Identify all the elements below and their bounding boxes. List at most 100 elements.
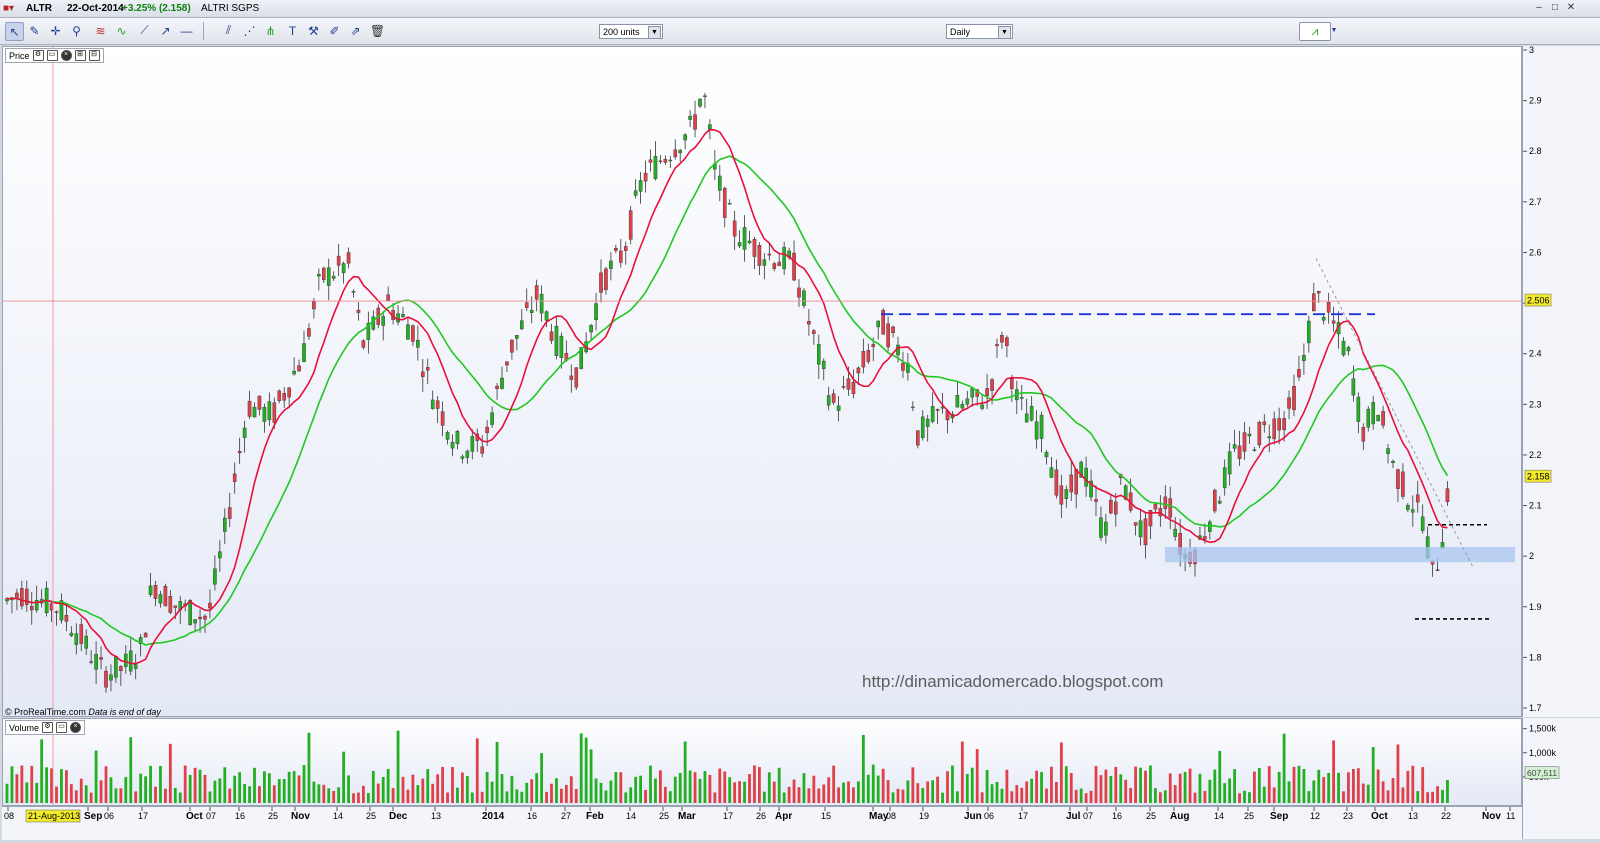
wrench-icon[interactable]: ⚙	[32, 50, 44, 61]
close-icon[interactable]: ×	[70, 722, 82, 733]
pitchfork-icon[interactable]: ⋔	[262, 22, 279, 39]
volume-bar	[837, 787, 840, 803]
volume-bar	[654, 778, 657, 803]
volume-bar	[159, 765, 162, 803]
volume-bar	[1416, 791, 1420, 803]
wave-icon[interactable]: ∿	[113, 22, 130, 39]
fibonacci-icon[interactable]: ≋	[92, 22, 109, 39]
candles-group	[5, 92, 1450, 693]
zoom-icon[interactable]: ⚲	[68, 22, 85, 39]
candle-body	[1163, 496, 1168, 509]
last-volume-tag: 607,511	[1527, 768, 1557, 778]
horizontal-line-icon[interactable]: —	[178, 22, 195, 39]
volume-bar	[1228, 778, 1232, 803]
ray-icon[interactable]: ↗	[157, 22, 174, 39]
collapse-icon[interactable]: ⊟	[88, 50, 100, 61]
volume-bar	[683, 741, 687, 803]
candle-body	[1064, 489, 1069, 499]
candle-body	[767, 253, 772, 256]
volume-bar	[1114, 766, 1118, 803]
close-icon[interactable]: ✕	[1564, 2, 1578, 15]
volume-bar	[579, 733, 583, 803]
volume-bar	[916, 783, 920, 803]
volume-bar	[881, 768, 885, 803]
candle-body	[965, 398, 970, 405]
candle-body	[69, 632, 74, 636]
chevron-down-icon[interactable]: ▼	[998, 26, 1011, 39]
window-icon[interactable]: ▭	[56, 722, 68, 733]
volume-bar	[753, 765, 756, 803]
arrow-tool-icon[interactable]: ⇗	[347, 22, 364, 39]
volume-bar	[208, 791, 212, 803]
price-chart[interactable]	[3, 47, 1521, 716]
candle-body	[1321, 316, 1326, 321]
units-select[interactable]: 200 units ▼	[599, 24, 663, 39]
chevron-down-icon[interactable]: ▼	[648, 26, 661, 39]
volume-axis[interactable]: 1,500k1,000k500k607,511	[1522, 718, 1600, 806]
volume-bar	[376, 783, 380, 803]
chevron-down-icon[interactable]: ▼	[1330, 22, 1338, 39]
window-icon[interactable]: ▭	[46, 50, 58, 61]
price-panel[interactable]: Price ⚙ ▭ × ⊞ ⊟	[2, 46, 1522, 717]
volume-bar	[104, 766, 108, 803]
volume-bar	[525, 782, 529, 803]
chart-style-icon[interactable]: ⩘	[1299, 22, 1331, 41]
volume-bar	[426, 769, 430, 803]
price-tick-label: 2.7	[1529, 197, 1542, 207]
candle-body	[1049, 467, 1054, 478]
fan-icon[interactable]: ⋰	[241, 22, 258, 39]
close-icon[interactable]: ×	[60, 50, 72, 61]
volume-bar	[267, 773, 271, 803]
volume-bar	[594, 778, 598, 803]
crosshair-icon[interactable]: ✛	[47, 22, 64, 39]
tools-icon[interactable]: ⚒	[305, 22, 322, 39]
wrench-icon[interactable]: ⚙	[42, 722, 54, 733]
trash-icon[interactable]: 🗑	[369, 22, 386, 39]
trendline-icon[interactable]: ⟋	[136, 22, 153, 39]
app-icon[interactable]: ■▾	[3, 3, 14, 14]
data-note-text: Data is end of day	[88, 707, 161, 717]
volume-bar	[441, 766, 444, 803]
candle-body	[277, 390, 282, 401]
volume-bar	[302, 765, 306, 803]
candle-body	[84, 635, 88, 649]
candle-body	[970, 388, 975, 398]
minimize-icon[interactable]: ‒	[1532, 2, 1546, 15]
cursor-icon[interactable]: ↖	[5, 22, 24, 41]
volume-panel[interactable]: Volume ⚙ ▭ ×	[2, 718, 1522, 806]
copyright-text: © ProRealTime.com	[5, 707, 86, 717]
maximize-icon[interactable]: □	[1548, 2, 1562, 15]
channel-icon[interactable]: ⫽	[220, 22, 237, 39]
volume-bar	[134, 791, 138, 803]
expand-icon[interactable]: ⊞	[74, 50, 86, 61]
candle-body	[732, 220, 737, 237]
volume-chart[interactable]	[3, 719, 1521, 805]
price-axis[interactable]: 32.92.82.72.62.52.42.32.22.121.91.81.72.…	[1522, 45, 1600, 717]
period-select[interactable]: Daily ▼	[946, 24, 1013, 39]
candle-body	[421, 371, 425, 377]
candle-body	[614, 248, 618, 251]
candle-body	[1381, 411, 1385, 426]
volume-bar	[1020, 787, 1024, 803]
volume-bar	[1426, 792, 1430, 803]
candle-body	[920, 416, 925, 438]
date-tick-label: 07	[206, 811, 216, 821]
pen-icon[interactable]: ✐	[326, 22, 343, 39]
candle-body	[74, 633, 79, 645]
candle-body	[678, 149, 682, 154]
candle-body	[623, 246, 628, 251]
ma-fast-line	[6, 128, 1448, 665]
cursor-price-tag: 2.506	[1527, 296, 1550, 306]
date-axis[interactable]: 08 Sep 06 17 Oct 07 16 25 Nov 14 25 Dec 13 2014 16 27 Fe…	[2, 806, 1522, 840]
candle-body	[346, 252, 351, 264]
candle-body	[490, 412, 494, 425]
volume-bar	[668, 791, 672, 803]
candle-body	[168, 596, 173, 613]
date-tick-label: 19	[919, 811, 929, 821]
ruler-icon[interactable]: ✎	[26, 22, 43, 39]
text-icon[interactable]: T	[284, 22, 301, 39]
volume-bar	[1421, 767, 1425, 803]
volume-bar	[1282, 733, 1286, 803]
candle-body	[104, 670, 108, 688]
volume-bar	[297, 775, 301, 803]
